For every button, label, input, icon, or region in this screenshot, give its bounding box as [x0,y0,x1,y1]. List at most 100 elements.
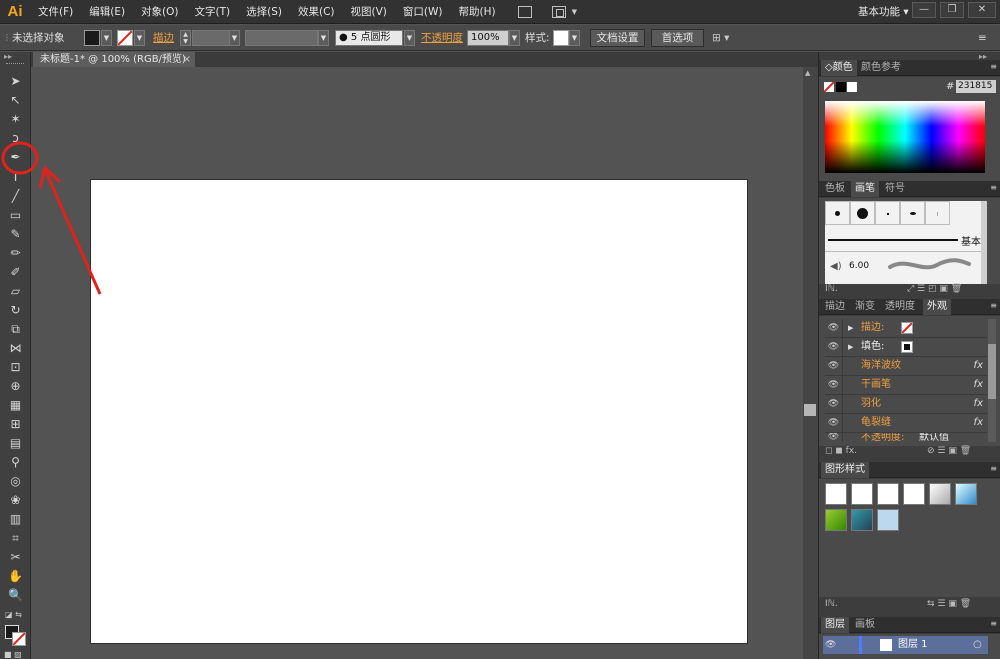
menu-window[interactable]: 窗口(W) [395,0,451,24]
minimize-button[interactable]: — [912,2,936,18]
scroll-up-icon[interactable]: ▲ [805,69,810,77]
menu-effect[interactable]: 效果(C) [290,0,343,24]
blend-tool-icon[interactable]: ◎ [7,473,24,490]
menu-select[interactable]: 选择(S) [238,0,290,24]
fill-swatch[interactable] [84,30,100,46]
workspace-switcher[interactable]: 基本功能 ▾ [858,0,909,24]
default-colors-icon[interactable]: ◪ ⇆ [5,610,22,619]
graphic-style-shadow[interactable] [903,483,925,505]
artboard[interactable] [90,179,748,644]
rotate-tool-icon[interactable]: ↻ [7,302,24,319]
brush-large-dot[interactable] [850,201,875,225]
style-dropdown[interactable]: ▼ [569,30,580,46]
zoom-tool-icon[interactable]: 🔍 [7,587,24,604]
panel-menu-icon[interactable]: ≡ [990,62,997,71]
stroke-attribute-label[interactable]: 描边: [861,319,884,337]
expand-triangle-icon[interactable]: ▶ [848,319,853,337]
tab-graphic-styles[interactable]: 图形样式 [821,462,869,478]
fx-icon[interactable]: fx [974,357,983,375]
column-graph-tool-icon[interactable]: ▥ [7,511,24,528]
graphic-style-default[interactable] [825,483,847,505]
preferences-button[interactable]: 首选项 [651,29,704,47]
panel-menu-icon[interactable]: ≡ [990,183,997,192]
opacity-label[interactable]: 不透明度 [421,30,463,46]
tab-stroke[interactable]: 描边 [821,299,849,315]
close-button[interactable]: ✕ [968,2,996,18]
color-spectrum[interactable] [825,101,985,173]
stroke-dropdown[interactable]: ▼ [134,30,145,46]
stroke-label[interactable]: 描边 [153,30,174,46]
eyedropper-tool-icon[interactable]: ⚲ [7,454,24,471]
tab-color-guide[interactable]: 颜色参考 [857,60,905,76]
close-tab-icon[interactable]: × [183,52,191,67]
fx-icon[interactable]: fx [974,376,983,394]
restore-button[interactable]: ❐ [940,2,964,18]
perspective-grid-tool-icon[interactable]: ▦ [7,397,24,414]
expand-triangle-icon[interactable]: ▶ [848,338,853,356]
arrange-documents-icon[interactable] [551,5,566,18]
menu-view[interactable]: 视图(V) [343,0,395,24]
appearance-stroke-row[interactable]: 👁 ▶ 描边: [825,319,987,338]
tab-gradient[interactable]: 渐变 [851,299,879,315]
brush-library-icon[interactable]: Iℕ. [819,284,838,294]
tab-transparency[interactable]: 透明度 [881,299,919,315]
panel-menu-icon[interactable]: ≡ [990,464,997,473]
effect-row-dry-brush[interactable]: 👁 干画笔 fx [825,376,987,395]
none-swatch[interactable] [824,82,834,92]
brush-light[interactable] [925,201,950,225]
fill-swatch[interactable] [901,341,913,353]
stroke-swatch[interactable] [117,30,133,46]
effect-row-craquelure[interactable]: 👁 龟裂缝 fx [825,414,987,433]
layer-target-icon[interactable]: ○ [973,636,982,654]
width-tool-icon[interactable]: ⋈ [7,340,24,357]
bridge-icon[interactable] [517,5,532,18]
align-options-icon[interactable]: ⊞ ▾ [712,30,729,46]
selection-tool-icon[interactable]: ➤ [7,73,24,90]
variable-width-profile[interactable] [245,30,318,46]
fx-icon[interactable]: fx [974,414,983,432]
effect-row-feather[interactable]: 👁 羽化 fx [825,395,987,414]
opacity-input[interactable]: 100% [467,30,509,46]
tab-swatches[interactable]: 色板 [821,181,849,197]
brush-tiny-dot[interactable] [875,201,900,225]
visibility-eye-icon[interactable]: 👁 [825,414,843,432]
fx-icon[interactable]: fx [974,395,983,413]
visibility-eye-icon[interactable]: 👁 [825,636,836,654]
layer-row[interactable]: 👁 图层 1 ○ [823,636,988,654]
tab-brushes[interactable]: 画笔 [851,181,879,197]
stroke-weight-stepper[interactable]: ▲ ▼ [180,30,191,46]
tab-color[interactable]: ◇颜色 [821,60,857,76]
artboard-tool-icon[interactable]: ⌗ [7,530,24,547]
shape-builder-tool-icon[interactable]: ⊕ [7,378,24,395]
symbol-sprayer-tool-icon[interactable]: ❀ [7,492,24,509]
graphic-style-green-texture[interactable] [825,509,847,531]
fill-dropdown[interactable]: ▼ [101,30,112,46]
appearance-fill-row[interactable]: 👁 ▶ 填色: [825,338,987,357]
free-transform-tool-icon[interactable]: ⊡ [7,359,24,376]
slice-tool-icon[interactable]: ✂ [7,549,24,566]
mesh-tool-icon[interactable]: ⊞ [7,416,24,433]
opacity-dropdown[interactable]: ▼ [509,30,520,46]
white-swatch[interactable] [847,82,857,92]
document-tab[interactable]: 未标题-1* @ 100% (RGB/预览) × [33,52,195,67]
graphic-style-white[interactable] [877,483,899,505]
scroll-thumb[interactable] [804,404,816,416]
visibility-eye-icon[interactable]: 👁 [825,338,843,356]
effect-row-ocean-ripple[interactable]: 👁 海洋波纹 fx [825,357,987,376]
appearance-scrollbar[interactable] [988,319,996,442]
menu-file[interactable]: 文件(F) [30,0,81,24]
visibility-eye-icon[interactable]: 👁 [825,357,843,375]
brush-oval[interactable] [900,201,925,225]
hand-tool-icon[interactable]: ✋ [7,568,24,585]
stroke-weight-dropdown[interactable]: ▼ [229,30,240,46]
opacity-row[interactable]: 👁 不透明度: 默认值 [825,433,987,442]
brush-definition[interactable]: ● 5 点圆形 [335,30,403,46]
graphic-style-light-blue[interactable] [877,509,899,531]
graphic-style-bevel[interactable] [929,483,951,505]
tab-appearance[interactable]: 外观 [923,299,951,315]
color-mode-icon[interactable]: ■ ▨ [4,650,22,659]
tab-layers[interactable]: 图层 [821,617,849,633]
scale-tool-icon[interactable]: ⧉ [7,321,24,338]
document-setup-button[interactable]: 文档设置 [590,29,645,47]
tab-artboards[interactable]: 画板 [851,617,879,633]
